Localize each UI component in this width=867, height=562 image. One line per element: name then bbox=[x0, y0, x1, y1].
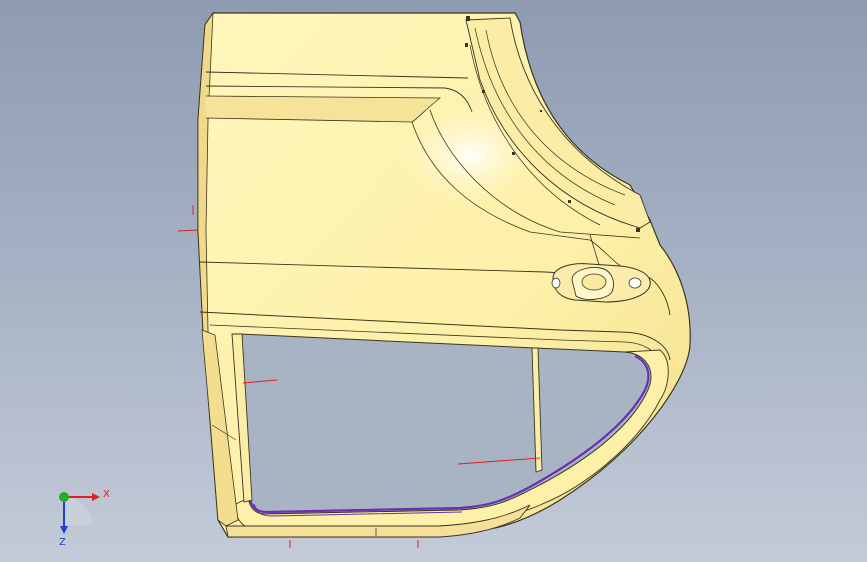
cad-viewport[interactable]: X Z bbox=[0, 0, 867, 562]
y-axis-origin bbox=[59, 492, 69, 502]
x-axis-label: X bbox=[103, 489, 110, 500]
x-axis-arrowhead bbox=[92, 493, 100, 501]
z-axis-label: Z bbox=[59, 537, 66, 548]
z-axis-arrowhead bbox=[60, 526, 68, 534]
triad-base-arc bbox=[64, 497, 92, 525]
axis-triad: X Z bbox=[59, 489, 110, 548]
